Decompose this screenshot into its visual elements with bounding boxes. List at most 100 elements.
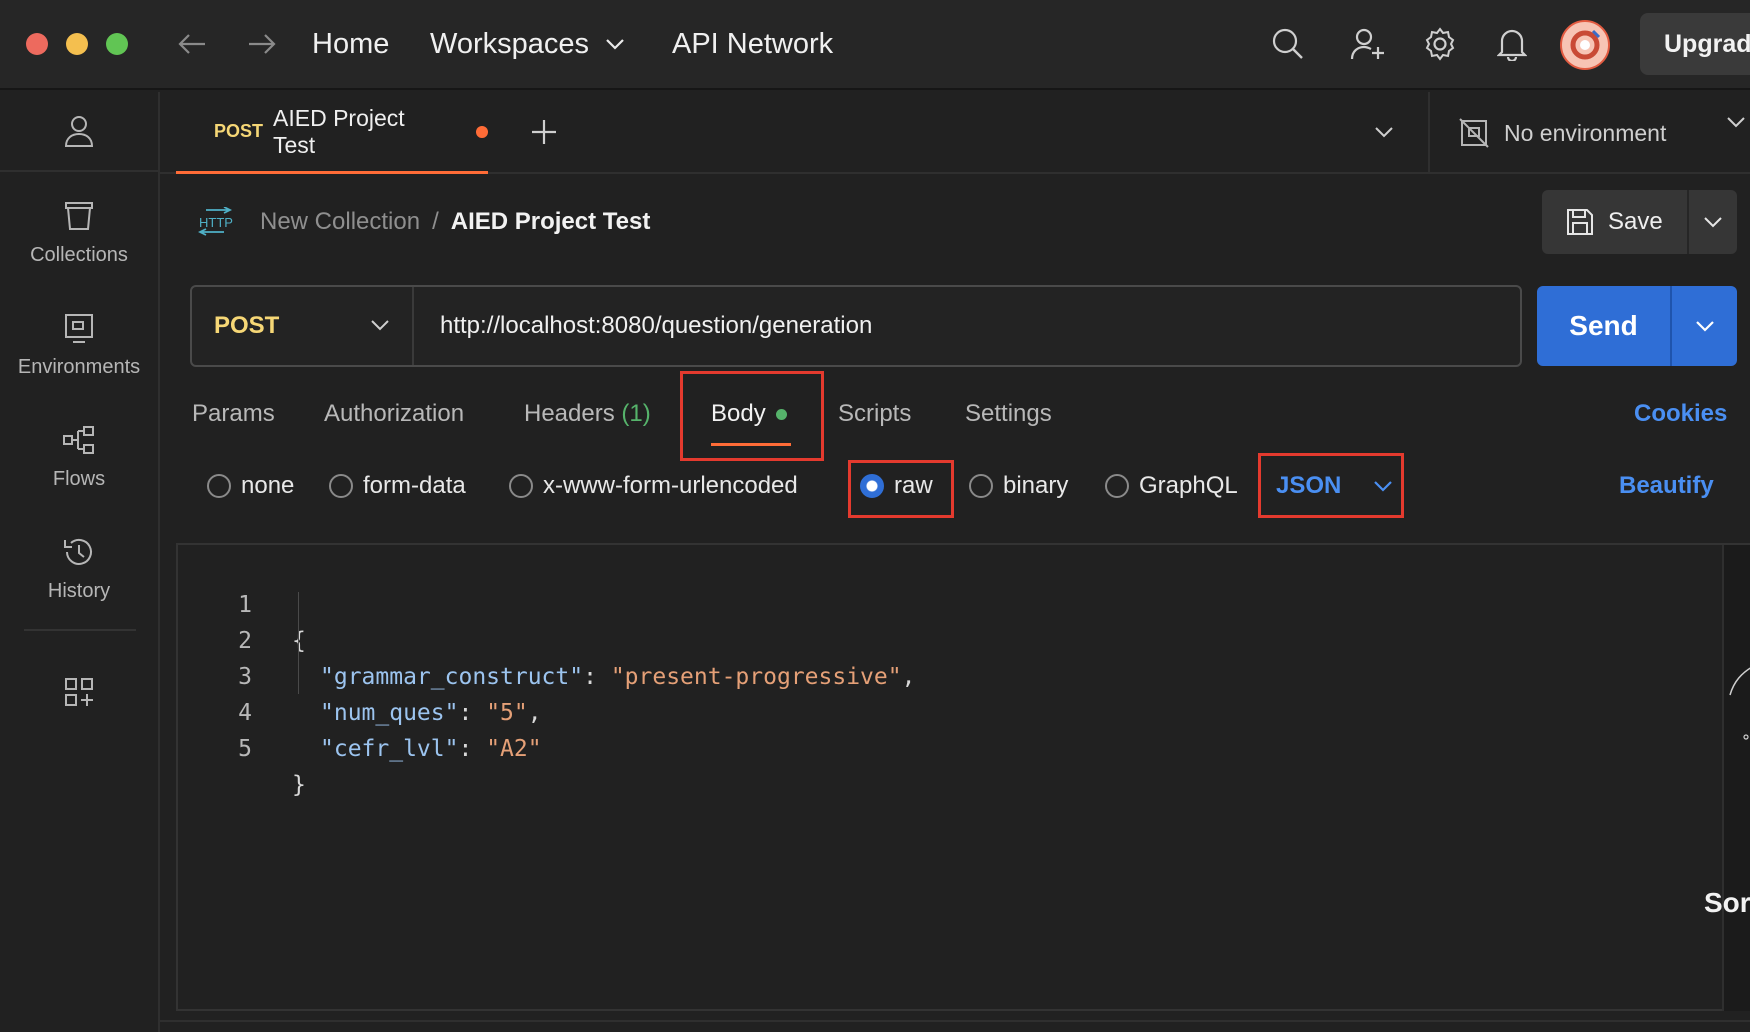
breadcrumb-request-name[interactable]: AIED Project Test [451,208,651,236]
radio-label: form-data [363,472,466,499]
nav-api-network[interactable]: API Network [672,26,833,62]
code-text: "grammar_construct": "present-progressiv… [320,659,915,695]
side-panel-cut-text: Sor [1704,887,1750,918]
save-button-group: Save [1542,190,1737,254]
http-method-value: POST [214,312,280,339]
beautify-link[interactable]: Beautify [1619,466,1714,506]
json-value: "present-progressive" [610,664,902,690]
apps-grid-add-icon [0,672,158,712]
svg-text:HTTP: HTTP [199,215,233,230]
highlight-box-raw [848,460,954,518]
highlight-box-json [1258,453,1404,518]
json-key: "num_ques" [320,700,459,726]
radio-circle [509,474,533,498]
notifications-bell-icon[interactable] [1492,24,1532,64]
code-text: "num_ques": "5", [320,695,542,731]
new-tab-plus-icon[interactable] [524,112,564,152]
json-key: "cefr_lvl" [320,736,459,762]
back-arrow-icon[interactable] [174,26,210,62]
send-button[interactable]: Send [1537,286,1670,366]
tab-method: POST [214,121,264,141]
sidebar-item-flows[interactable]: Flows [0,420,158,491]
sidebar-item-add-apps[interactable] [0,672,158,712]
sidebar-item-environments[interactable]: Environments [0,308,158,379]
radio-binary[interactable]: binary [969,466,1068,506]
sidebar-item-collections[interactable]: Collections [0,196,158,267]
http-icon: HTTP [198,207,233,236]
cookies-link[interactable]: Cookies [1634,396,1727,432]
radio-circle [207,474,231,498]
code-line: 4 "cefr_lvl": "A2" [178,659,541,762]
settings-gear-icon[interactable] [1420,24,1460,64]
save-options-chevron-down-icon[interactable] [1687,190,1737,254]
left-sidebar: Collections Environments Flows History [0,92,160,1032]
http-method-select[interactable]: POST [192,287,414,365]
sidebar-item-label: History [47,580,111,602]
highlight-box-body-tab [680,371,824,461]
invite-user-icon[interactable] [1348,24,1388,64]
no-environment-icon [1459,118,1489,148]
json-value: "5" [486,700,528,726]
sidebar-user-section[interactable] [0,92,158,172]
tab-params[interactable]: Params [192,396,275,432]
save-button[interactable]: Save [1542,190,1687,254]
environment-selector[interactable]: No environment [1428,92,1750,174]
indent-guide [298,592,299,694]
tab-list-chevron-down-icon[interactable] [1366,114,1402,150]
breadcrumb: HTTP New Collection / AIED Project Test [198,204,650,240]
breadcrumb-collection[interactable]: New Collection [260,208,420,236]
sidebar-divider [24,629,136,631]
sidebar-item-label: Collections [30,244,128,266]
title-bar: Home Workspaces API Network Upgrad [0,0,1750,90]
close-window-button[interactable] [26,33,48,55]
url-input[interactable] [440,287,1500,365]
forward-arrow-icon[interactable] [244,26,280,62]
radio-x-www-form-urlencoded[interactable]: x-www-form-urlencoded [509,466,798,506]
radio-graphql[interactable]: GraphQL [1105,466,1238,506]
bottom-divider [160,1020,1750,1022]
tab-scripts[interactable]: Scripts [838,396,911,432]
search-icon[interactable] [1268,24,1308,64]
minimize-window-button[interactable] [66,33,88,55]
flows-icon [0,420,158,460]
chevron-down-icon [371,320,389,331]
request-tab-aied-project-test[interactable]: POST AIED Project Test [176,92,488,174]
tab-headers-label: Headers [524,400,615,427]
app-window: Home Workspaces API Network Upgrad Colle… [0,0,1750,1032]
panel-illustration-icon [1729,667,1750,740]
breadcrumb-separator: / [432,208,439,235]
radio-form-data[interactable]: form-data [329,466,466,506]
nav-home[interactable]: Home [312,26,389,62]
maximize-window-button[interactable] [106,33,128,55]
right-side-panel-edge [1722,545,1750,1011]
close-brace: } [292,772,306,798]
unsaved-dot-indicator [476,125,488,138]
radio-label: x-www-form-urlencoded [543,472,798,499]
save-disk-icon [1567,209,1593,235]
tab-authorization[interactable]: Authorization [324,396,464,432]
tab-settings[interactable]: Settings [965,396,1052,432]
radio-none[interactable]: none [207,466,294,506]
code-line: 5 } [178,695,306,798]
sidebar-item-history[interactable]: History [0,532,158,603]
radio-label: none [241,472,295,499]
send-button-group: Send [1537,286,1737,366]
nav-workspaces[interactable]: Workspaces [430,26,625,62]
radio-circle [329,474,353,498]
upgrade-button[interactable]: Upgrad [1640,13,1750,75]
tab-headers[interactable]: Headers (1) [524,396,651,432]
json-colon: : [583,664,611,690]
radio-label: binary [1003,472,1069,499]
request-url-bar: POST [190,285,1522,367]
code-editor[interactable]: 1 { 2 "grammar_construct": "present-prog… [176,543,1750,1011]
user-avatar[interactable] [1560,20,1610,70]
chevron-down-icon [1727,117,1745,128]
request-tab-bar: POST AIED Project Test No environment [160,92,1750,174]
json-colon: : [458,736,487,762]
save-label: Save [1608,208,1663,235]
sidebar-item-label: Environments [17,356,141,378]
json-comma: , [527,700,542,726]
json-value: "A2" [486,736,542,762]
nav-workspaces-label: Workspaces [430,28,590,60]
send-options-chevron-down-icon[interactable] [1670,286,1737,366]
